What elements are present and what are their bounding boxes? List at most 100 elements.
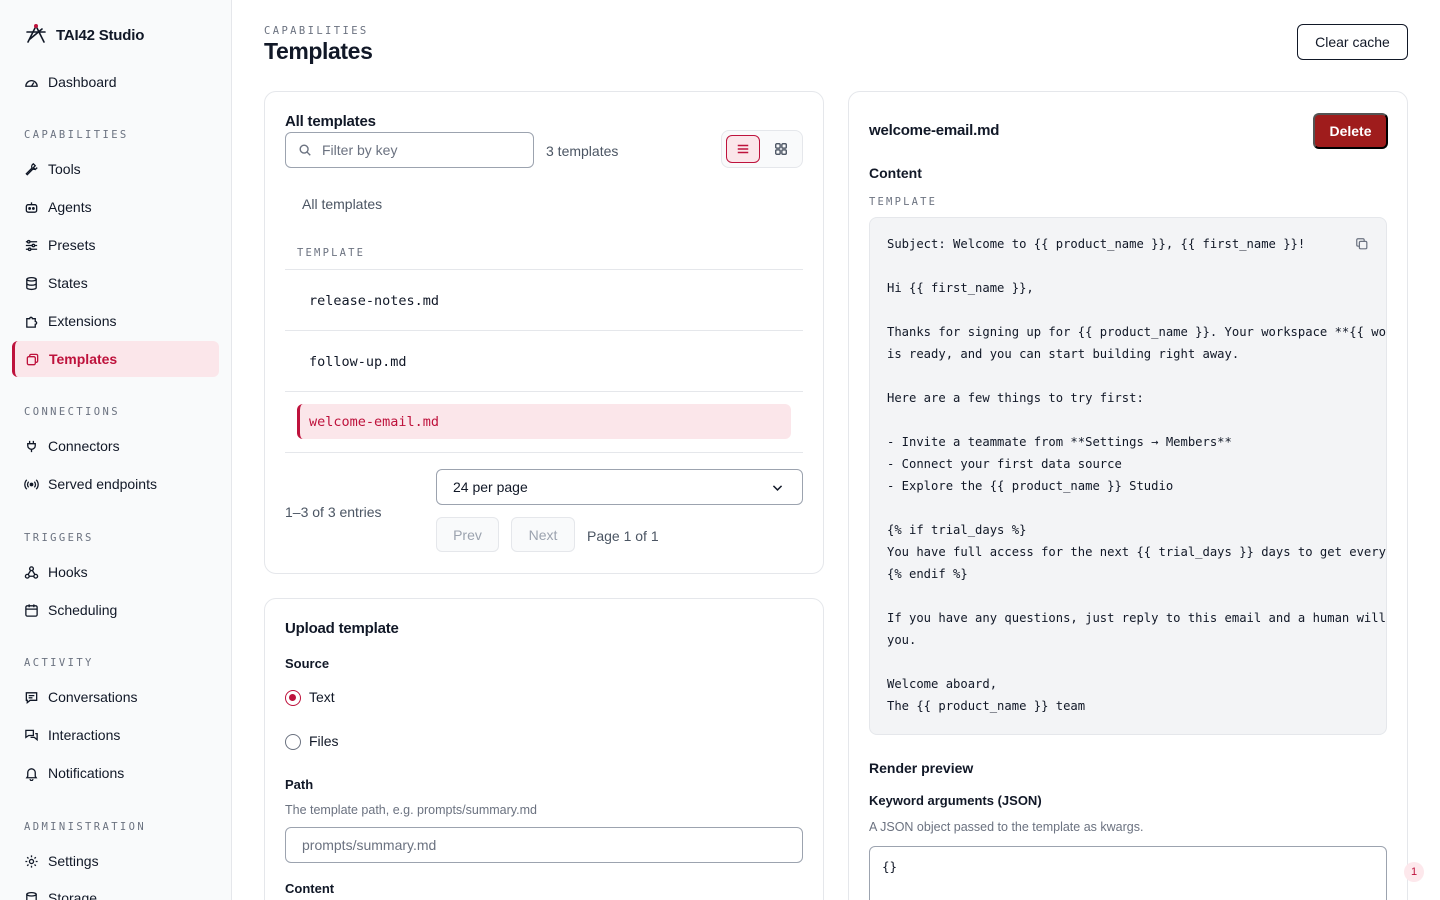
nav-served-endpoints[interactable]: Served endpoints xyxy=(12,466,219,502)
logo-icon xyxy=(24,22,48,49)
nav-presets[interactable]: Presets xyxy=(12,227,219,263)
column-header-template: TEMPLATE xyxy=(297,247,366,259)
section-capabilities: CAPABILITIES xyxy=(24,129,129,141)
nav-label: Scheduling xyxy=(48,602,118,618)
source-radio-files[interactable] xyxy=(285,734,301,750)
gear-icon xyxy=(25,854,38,868)
source-radio-text[interactable] xyxy=(285,690,301,706)
clear-cache-button[interactable]: Clear cache xyxy=(1297,24,1408,60)
search-icon xyxy=(299,144,311,156)
path-placeholder: prompts/summary.md xyxy=(302,837,437,853)
list-view-button[interactable] xyxy=(726,135,760,163)
divider xyxy=(285,330,803,331)
divider xyxy=(285,452,803,453)
code-line: Subject: Welcome to {{ product_name }}, … xyxy=(887,237,1306,251)
grid-icon xyxy=(775,143,787,155)
copy-icon xyxy=(1356,238,1368,250)
chevron-down-icon xyxy=(772,485,783,491)
nav-hooks[interactable]: Hooks xyxy=(12,554,219,590)
nav-extensions[interactable]: Extensions xyxy=(12,303,219,339)
per-page-value: 24 per page xyxy=(453,479,528,495)
section-triggers: TRIGGERS xyxy=(24,532,94,544)
code-line: {% endif %} xyxy=(887,567,968,581)
kwargs-textarea[interactable]: {} xyxy=(869,846,1387,900)
nav-label: Conversations xyxy=(48,689,138,705)
nav-label: Extensions xyxy=(48,313,117,329)
section-connections: CONNECTIONS xyxy=(24,406,120,418)
per-page-select[interactable]: 24 per page xyxy=(436,469,803,505)
code-line: you. xyxy=(887,633,917,647)
upload-template-card: Upload template Source Text Files Path T… xyxy=(264,598,824,900)
nav-label: Tools xyxy=(48,161,81,177)
delete-button[interactable]: Delete xyxy=(1313,113,1388,149)
section-activity: ACTIVITY xyxy=(24,657,94,669)
kwargs-help: A JSON object passed to the template as … xyxy=(869,820,1144,834)
nav-interactions[interactable]: Interactions xyxy=(12,717,219,753)
card-title: All templates xyxy=(285,113,376,130)
entries-label: 1–3 of 3 entries xyxy=(285,504,382,520)
nav-label: Agents xyxy=(48,199,92,215)
divider xyxy=(285,391,803,392)
template-row[interactable]: release-notes.md xyxy=(309,293,439,309)
calendar-icon xyxy=(25,603,38,617)
path-input[interactable]: prompts/summary.md xyxy=(285,827,803,863)
templates-count: 3 templates xyxy=(546,143,619,159)
template-row-label: welcome-email.md xyxy=(309,414,440,430)
template-detail-card: welcome-email.md Delete Content TEMPLATE… xyxy=(848,91,1408,900)
nav-agents[interactable]: Agents xyxy=(12,189,219,225)
nav-tools[interactable]: Tools xyxy=(12,151,219,187)
path-label: Path xyxy=(285,777,314,792)
storage-icon xyxy=(26,891,37,900)
nav-label: Hooks xyxy=(48,564,88,580)
next-button[interactable]: Next xyxy=(511,517,575,552)
section-administration: ADMINISTRATION xyxy=(24,821,147,833)
template-row-selected[interactable]: welcome-email.md xyxy=(297,404,791,439)
template-caps: TEMPLATE xyxy=(869,196,938,208)
copy-icon xyxy=(26,353,39,365)
nav-settings[interactable]: Settings xyxy=(12,843,219,879)
grid-view-button[interactable] xyxy=(764,135,798,163)
prev-button[interactable]: Prev xyxy=(436,517,499,552)
sidebar: TAI42 Studio Dashboard CAPABILITIES Tool… xyxy=(0,0,232,900)
webhook-icon xyxy=(24,565,39,579)
nav-states[interactable]: States xyxy=(12,265,219,301)
nav-scheduling[interactable]: Scheduling xyxy=(12,592,219,628)
nav-notifications[interactable]: Notifications xyxy=(12,755,219,791)
nav-label: Dashboard xyxy=(48,74,117,90)
template-code-block[interactable]: Subject: Welcome to {{ product_name }}, … xyxy=(869,217,1387,735)
code-line: The {{ product_name }} team xyxy=(887,699,1086,713)
code-line: Hi {{ first_name }}, xyxy=(887,281,1034,295)
nav-dashboard[interactable]: Dashboard xyxy=(12,64,219,100)
nav-conversations[interactable]: Conversations xyxy=(12,679,219,715)
code-line: - Connect your first data source xyxy=(887,457,1122,471)
code-line: - Invite a teammate from **Settings → Me… xyxy=(887,435,1232,449)
nav-label: Settings xyxy=(48,853,99,869)
plug-icon xyxy=(27,440,36,452)
source-label: Source xyxy=(285,656,330,671)
puzzle-icon xyxy=(26,316,38,328)
filter-input[interactable]: Filter by key xyxy=(285,132,534,168)
nav-label: Storage xyxy=(48,890,98,900)
gauge-icon xyxy=(25,79,38,87)
card-title: Upload template xyxy=(285,620,399,637)
app-name: TAI42 Studio xyxy=(56,27,145,44)
page-eyebrow: CAPABILITIES xyxy=(264,25,369,37)
nav-connectors[interactable]: Connectors xyxy=(12,428,219,464)
brand[interactable]: TAI42 Studio xyxy=(24,22,144,49)
bell-icon xyxy=(25,767,38,781)
view-toggle xyxy=(721,130,803,168)
code-line: If you have any questions, just reply to… xyxy=(887,611,1386,625)
page-label: Page 1 of 1 xyxy=(587,528,659,544)
filter-placeholder: Filter by key xyxy=(322,142,398,158)
nav-label: Served endpoints xyxy=(48,476,157,492)
page-title: Templates xyxy=(264,38,373,64)
render-preview-label: Render preview xyxy=(869,760,974,776)
nav-storage[interactable]: Storage xyxy=(12,880,219,900)
database-icon xyxy=(26,276,37,290)
nav-templates[interactable]: Templates xyxy=(12,341,219,377)
nav-label: Connectors xyxy=(48,438,120,454)
template-row[interactable]: follow-up.md xyxy=(309,354,407,370)
kwargs-value: {} xyxy=(882,859,898,874)
templates-list-card: All templates Filter by key 3 templates … xyxy=(264,91,824,574)
notification-badge[interactable]: 1 xyxy=(1404,862,1424,882)
